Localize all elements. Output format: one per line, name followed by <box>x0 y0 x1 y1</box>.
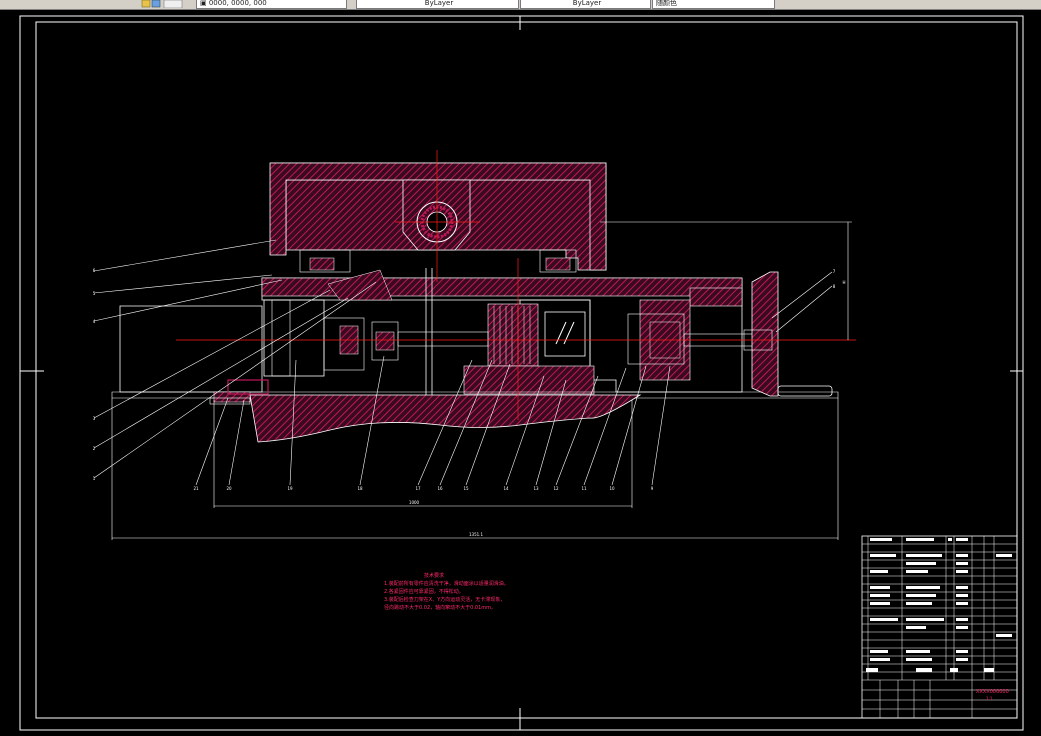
part-label-6: 6 <box>93 268 96 273</box>
dim-upper: 1000 <box>409 500 420 505</box>
linetype-field[interactable]: ByLayer <box>356 0 519 9</box>
carriage-body <box>261 268 755 398</box>
lineweight-field[interactable]: ByLayer <box>520 0 651 9</box>
cad-drawing: 1000 1351.1 H 6 5 4 3 2 1 7 8 21 20 19 1… <box>19 15 1024 731</box>
part-label-13: 13 <box>533 486 539 491</box>
scale-text: 1:1 <box>986 696 993 701</box>
notes-line: 2.各紧固件应可靠紧固，不得松动。 <box>384 589 464 595</box>
part-label-10: 10 <box>609 486 615 491</box>
part-label-2: 2 <box>93 446 96 451</box>
parts-list-entries <box>866 538 1012 672</box>
technical-notes: 技术要求 1.装配前所有零件应清洗干净，滑动面涂以适量润滑油。 2.各紧固件应可… <box>384 572 509 612</box>
part-label-1: 1 <box>93 476 96 481</box>
dim-right: H <box>842 280 845 285</box>
part-label-4: 4 <box>93 319 96 324</box>
part-label-20: 20 <box>226 486 232 491</box>
notes-line: 径向跳动不大于0.02，轴向窜动不大于0.01mm。 <box>384 605 497 611</box>
part-label-17: 17 <box>415 486 421 491</box>
part-label-7: 7 <box>833 269 836 274</box>
part-label-8: 8 <box>833 284 836 289</box>
dim-lower: 1351.1 <box>469 532 483 537</box>
handwheel <box>743 271 833 397</box>
notes-title: 技术要求 <box>424 573 445 579</box>
property-toolbar: ▣ 0000, 0000, 000 ByLayer ByLayer 随颜色 <box>0 0 1041 10</box>
part-label-11: 11 <box>581 486 587 491</box>
part-label-18: 18 <box>357 486 363 491</box>
layer-state-icon[interactable] <box>140 0 184 8</box>
notes-line: 1.装配前所有零件应清洗干净，滑动面涂以适量润滑油。 <box>384 581 509 587</box>
part-label-3: 3 <box>93 416 96 421</box>
part-label-14: 14 <box>503 486 509 491</box>
upper-housing <box>269 162 607 273</box>
layer-field[interactable]: ▣ 0000, 0000, 000 <box>196 0 347 9</box>
part-label-12: 12 <box>553 486 559 491</box>
part-label-16: 16 <box>437 486 443 491</box>
notes-line: 3.装配后检查刀架在X、Y方向运动灵活，无卡滞现象， <box>384 597 506 603</box>
part-label-9: 9 <box>651 486 654 491</box>
part-label-5: 5 <box>93 291 96 296</box>
leader-lines <box>93 239 833 486</box>
drawing-number: XXXX000000 <box>976 689 1009 695</box>
part-label-15: 15 <box>463 486 469 491</box>
part-label-21: 21 <box>193 486 199 491</box>
plotstyle-field[interactable]: 随颜色 <box>652 0 775 9</box>
part-label-19: 19 <box>287 486 293 491</box>
